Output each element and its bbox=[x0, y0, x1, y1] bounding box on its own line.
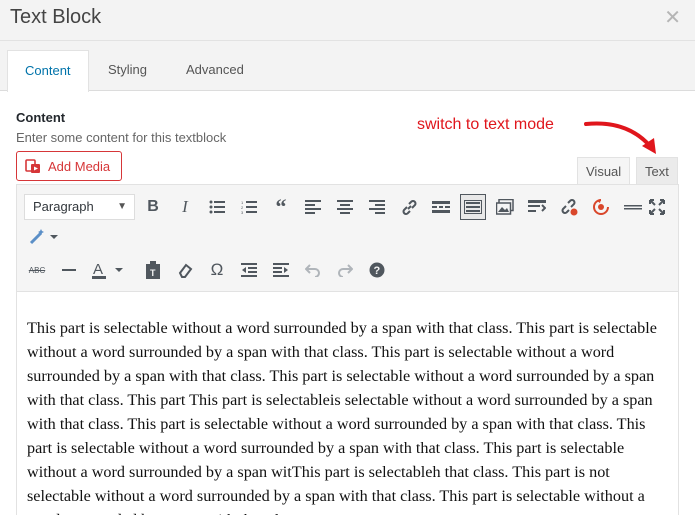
annotation-text: switch to text mode bbox=[417, 116, 554, 133]
blockquote-icon[interactable]: “ bbox=[268, 194, 294, 220]
visual-mode-tab[interactable]: Visual bbox=[577, 157, 631, 185]
tab-styling[interactable]: Styling bbox=[91, 50, 164, 92]
bold-button[interactable]: B bbox=[140, 194, 166, 220]
tab-advanced[interactable]: Advanced bbox=[169, 50, 261, 92]
content-field-label: Content bbox=[16, 110, 66, 125]
add-media-label: Add Media bbox=[48, 158, 111, 174]
redo-icon[interactable] bbox=[332, 257, 358, 283]
format-select-value: Paragraph bbox=[33, 199, 94, 214]
align-right-icon[interactable] bbox=[364, 194, 390, 220]
indent-icon[interactable] bbox=[268, 257, 294, 283]
gallery-icon[interactable] bbox=[492, 194, 518, 220]
add-media-button[interactable]: Add Media bbox=[16, 151, 122, 181]
tab-bar: Content Styling Advanced bbox=[0, 41, 695, 92]
link-icon[interactable] bbox=[396, 194, 422, 220]
magic-wand-icon[interactable] bbox=[24, 223, 64, 249]
format-select[interactable]: Paragraph ▼ bbox=[24, 194, 135, 220]
svg-text:3: 3 bbox=[241, 210, 244, 214]
numbered-list-icon[interactable]: 123 bbox=[236, 194, 262, 220]
paste-as-text-icon[interactable]: T bbox=[140, 257, 166, 283]
svg-text:?: ? bbox=[374, 265, 381, 277]
shortcode-icon[interactable] bbox=[524, 194, 550, 220]
dialog-titlebar: Text Block ✕ bbox=[0, 0, 695, 41]
clear-formatting-icon[interactable] bbox=[172, 257, 198, 283]
outdent-icon[interactable] bbox=[236, 257, 262, 283]
text-mode-tab[interactable]: Text bbox=[636, 157, 678, 185]
close-icon[interactable]: ✕ bbox=[664, 5, 681, 30]
svg-text:T: T bbox=[150, 268, 156, 278]
special-character-glyph: Ω bbox=[210, 260, 224, 279]
special-character-icon[interactable]: Ω bbox=[204, 257, 230, 283]
editor-area[interactable]: This part is selectable without a word s… bbox=[16, 292, 679, 515]
fullscreen-icon[interactable] bbox=[644, 194, 670, 220]
help-icon[interactable]: ? bbox=[364, 257, 390, 283]
unlink-icon[interactable] bbox=[556, 194, 582, 220]
bullet-list-icon[interactable] bbox=[204, 194, 230, 220]
chevron-down-icon: ▼ bbox=[117, 201, 127, 212]
strikethrough-label: ABC bbox=[28, 265, 46, 275]
horizontal-rule-icon[interactable] bbox=[56, 257, 82, 283]
plugin-logo-icon[interactable] bbox=[588, 194, 614, 220]
media-icon bbox=[25, 158, 40, 173]
tab-content[interactable]: Content bbox=[7, 50, 89, 92]
annotation-arrow-icon bbox=[584, 121, 656, 154]
read-more-icon[interactable] bbox=[428, 194, 454, 220]
undo-icon[interactable] bbox=[300, 257, 326, 283]
toolbar-toggle-icon[interactable] bbox=[460, 194, 486, 220]
strikethrough-icon[interactable]: ABC bbox=[24, 257, 50, 283]
editor-toolbar: Paragraph ▼ B I 123 “ ABC A T Ω ? bbox=[16, 184, 679, 292]
svg-text:A: A bbox=[93, 261, 103, 278]
align-left-icon[interactable] bbox=[300, 194, 326, 220]
horizontal-line-icon[interactable] bbox=[620, 194, 646, 220]
italic-button[interactable]: I bbox=[172, 194, 198, 220]
editor-content[interactable]: This part is selectable without a word s… bbox=[27, 316, 672, 515]
align-center-icon[interactable] bbox=[332, 194, 358, 220]
dialog-title: Text Block bbox=[10, 6, 102, 28]
content-field-description: Enter some content for this textblock bbox=[16, 130, 227, 145]
text-color-icon[interactable]: A bbox=[88, 257, 128, 283]
